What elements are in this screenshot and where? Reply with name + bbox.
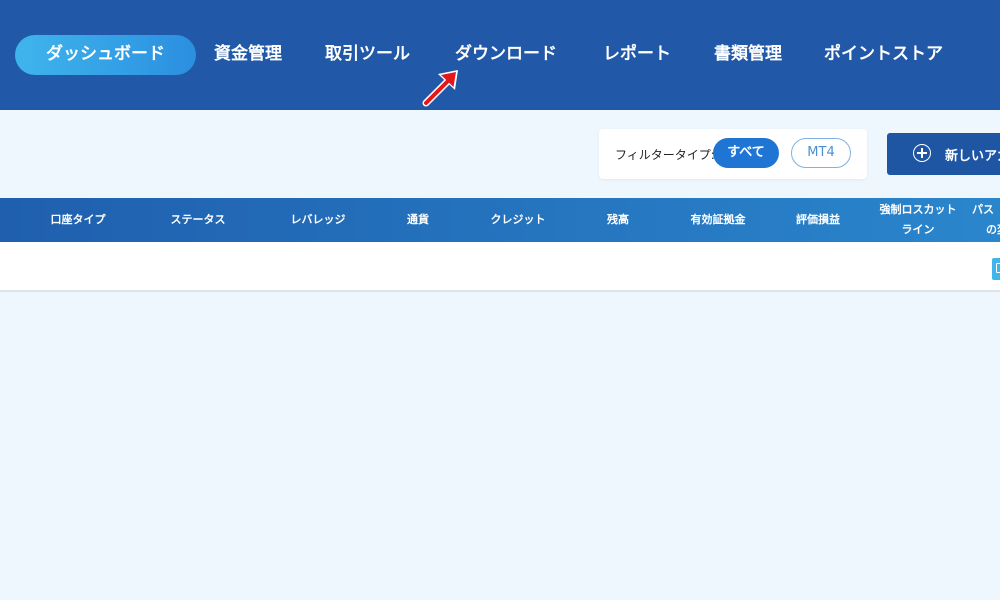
column-status[interactable]: ステータス <box>148 198 248 242</box>
new-account-label: 新しいアカ <box>945 149 1000 164</box>
accounts-table-header: 口座タイプ ステータス レバレッジ 通貨 クレジット 残高 有効証拠金 評価損益… <box>0 198 1000 242</box>
plus-circle-icon <box>913 144 931 162</box>
column-account-type[interactable]: 口座タイプ <box>28 198 128 242</box>
column-stop-out-line2: ライン <box>901 223 935 236</box>
column-balance[interactable]: 残高 <box>578 198 658 242</box>
nav-item-trading-tools[interactable]: 取引ツール <box>325 43 410 65</box>
column-password-line2: の変 <box>986 223 1000 236</box>
nav-item-dashboard[interactable]: ダッシュボード <box>15 35 196 75</box>
column-password[interactable]: パス の変 <box>972 198 1000 242</box>
new-account-button[interactable]: 新しいアカ <box>887 133 1000 175</box>
nav-item-download[interactable]: ダウンロード <box>455 43 557 65</box>
nav-item-report[interactable]: レポート <box>603 43 671 65</box>
top-navigation: ダッシュボード 資金管理 取引ツール ダウンロード レポート 書類管理 ポイント… <box>0 0 1000 110</box>
column-leverage[interactable]: レバレッジ <box>268 198 368 242</box>
filter-mt4-button[interactable]: MT4 <box>791 138 851 168</box>
filter-panel: フィルタータイプ: すべて MT4 <box>599 129 867 179</box>
column-password-line1: パス <box>972 203 994 216</box>
nav-item-funds[interactable]: 資金管理 <box>214 43 282 65</box>
nav-item-point-store[interactable]: ポイントストア <box>824 43 943 65</box>
red-arrow-icon <box>422 70 458 107</box>
copy-icon[interactable] <box>992 258 1000 280</box>
filter-all-button[interactable]: すべて <box>713 138 779 168</box>
filter-type-label: フィルタータイプ: <box>615 148 715 162</box>
column-equity[interactable]: 有効証拠金 <box>668 198 768 242</box>
column-stop-out-line1: 強制ロスカット <box>879 203 957 216</box>
column-stop-out[interactable]: 強制ロスカット ライン <box>866 198 970 242</box>
column-currency[interactable]: 通貨 <box>378 198 458 242</box>
column-pnl[interactable]: 評価損益 <box>773 198 863 242</box>
table-row <box>0 242 1000 292</box>
nav-item-documents[interactable]: 書類管理 <box>714 43 782 65</box>
column-credit[interactable]: クレジット <box>468 198 568 242</box>
